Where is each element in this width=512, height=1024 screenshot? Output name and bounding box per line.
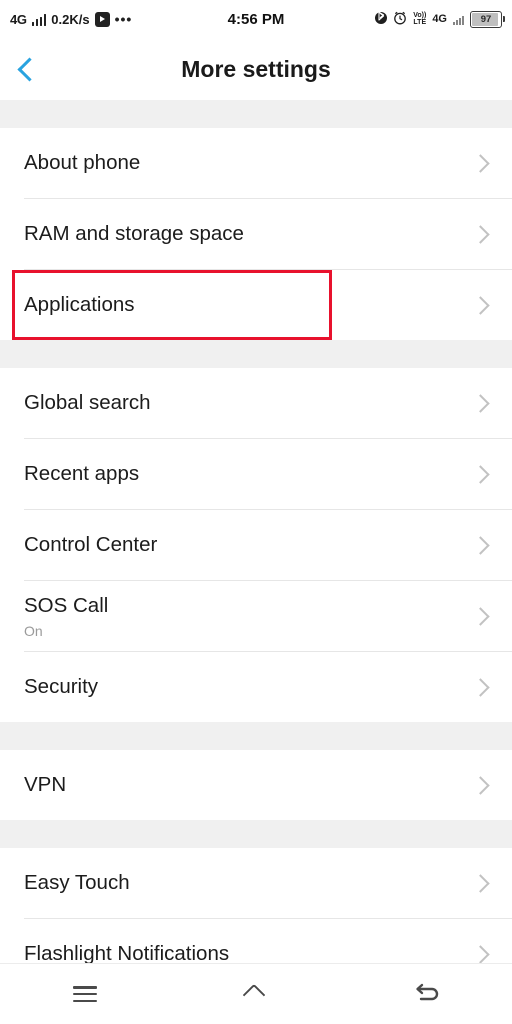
- chevron-right-icon: [471, 464, 490, 484]
- battery-percent-label: 97: [480, 13, 492, 25]
- row-text-container: VPN: [24, 773, 474, 797]
- list-item-security[interactable]: Security: [0, 652, 512, 722]
- row-text-container: About phone: [24, 151, 474, 175]
- row-text-container: RAM and storage space: [24, 222, 474, 246]
- battery-icon: 97: [470, 10, 505, 28]
- list-item-label: Security: [24, 675, 99, 698]
- second-network-label: 4G: [432, 13, 447, 25]
- chevron-right-icon: [471, 873, 490, 893]
- settings-group-network: VPN: [0, 750, 512, 820]
- volte-bottom-label: LTE: [413, 19, 427, 26]
- list-item-recent-apps[interactable]: Recent apps: [0, 439, 512, 509]
- chevron-right-icon: [471, 153, 490, 173]
- list-item-about-phone[interactable]: About phone: [0, 128, 512, 198]
- system-navigation-bar: [0, 963, 512, 1024]
- list-item-label: Applications: [24, 293, 135, 316]
- settings-group-device: About phone RAM and storage space Applic…: [0, 128, 512, 340]
- chevron-right-icon: [471, 944, 490, 963]
- row-text-container: SOS Call On: [24, 594, 474, 639]
- page-title: More settings: [181, 55, 331, 82]
- data-speed-label: 0.2K/s: [51, 11, 90, 27]
- volte-icon: Vo)) LTE: [413, 12, 426, 26]
- list-gap: [0, 340, 512, 368]
- list-item-easy-touch[interactable]: Easy Touch: [0, 848, 512, 918]
- alarm-icon: [393, 11, 407, 27]
- settings-list[interactable]: About phone RAM and storage space Applic…: [0, 100, 512, 963]
- play-store-notification-icon: [94, 11, 110, 27]
- list-item-sos-call[interactable]: SOS Call On: [0, 581, 512, 651]
- settings-group-system: Global search Recent apps Control Center: [0, 368, 512, 722]
- chevron-right-icon: [471, 606, 490, 626]
- chevron-right-icon: [471, 393, 490, 413]
- row-text-container: Security: [24, 675, 474, 699]
- nav-back-button[interactable]: [392, 964, 462, 1024]
- list-item-label: Global search: [24, 391, 151, 414]
- list-item-vpn[interactable]: VPN: [0, 750, 512, 820]
- nav-home-button[interactable]: [221, 964, 291, 1024]
- phone-screen: 4G 0.2K/s ••• 4:56 PM Vo)) LTE 4G 97 Mor…: [0, 0, 512, 1024]
- list-gap: [0, 820, 512, 848]
- network-type-label: 4G: [10, 11, 27, 27]
- chevron-right-icon: [471, 535, 490, 555]
- list-item-label: Recent apps: [24, 462, 140, 485]
- list-item-flashlight-notifications[interactable]: Flashlight Notifications: [0, 919, 512, 963]
- bluetooth-icon: [375, 10, 388, 28]
- list-item-label: RAM and storage space: [24, 222, 244, 245]
- list-item-control-center[interactable]: Control Center: [0, 510, 512, 580]
- status-bar-left: 4G 0.2K/s •••: [10, 11, 133, 27]
- more-notifications-icon: •••: [114, 11, 133, 27]
- chevron-right-icon: [471, 224, 490, 244]
- row-text-container: Flashlight Notifications: [24, 942, 474, 963]
- back-arrow-icon: [413, 983, 441, 1005]
- signal-strength-icon: [31, 13, 47, 26]
- list-item-label: About phone: [24, 151, 141, 174]
- status-bar: 4G 0.2K/s ••• 4:56 PM Vo)) LTE 4G 97: [0, 0, 512, 38]
- row-text-container: Control Center: [24, 533, 474, 557]
- list-item-sublabel: On: [24, 622, 43, 639]
- row-text-container: Global search: [24, 391, 474, 415]
- list-item-label: Flashlight Notifications: [24, 942, 230, 963]
- list-item-label: Control Center: [24, 533, 158, 556]
- back-button[interactable]: [0, 38, 54, 100]
- home-icon: [243, 985, 269, 1003]
- list-gap: [0, 100, 512, 128]
- status-bar-right: Vo)) LTE 4G 97: [375, 10, 505, 28]
- list-item-ram-and-storage-space[interactable]: RAM and storage space: [0, 199, 512, 269]
- settings-group-tools: Easy Touch Flashlight Notifications: [0, 848, 512, 963]
- back-chevron-icon: [17, 56, 42, 82]
- nav-menu-button[interactable]: [50, 964, 120, 1024]
- volte-top-label: Vo)): [413, 12, 427, 19]
- row-text-container: Easy Touch: [24, 871, 474, 895]
- list-item-applications-wrapper: Applications: [0, 270, 512, 340]
- app-header: More settings: [0, 38, 512, 100]
- chevron-right-icon: [471, 295, 490, 315]
- chevron-right-icon: [471, 677, 490, 697]
- list-gap: [0, 722, 512, 750]
- row-text-container: Applications: [24, 293, 474, 317]
- list-item-label: SOS Call: [24, 593, 109, 617]
- list-item-applications[interactable]: Applications: [0, 270, 512, 340]
- row-text-container: Recent apps: [24, 462, 474, 486]
- second-signal-icon: [453, 14, 464, 25]
- chevron-right-icon: [471, 775, 490, 795]
- list-item-global-search[interactable]: Global search: [0, 368, 512, 438]
- list-item-label: Easy Touch: [24, 871, 130, 894]
- list-item-label: VPN: [24, 773, 67, 796]
- menu-icon: [73, 986, 98, 1002]
